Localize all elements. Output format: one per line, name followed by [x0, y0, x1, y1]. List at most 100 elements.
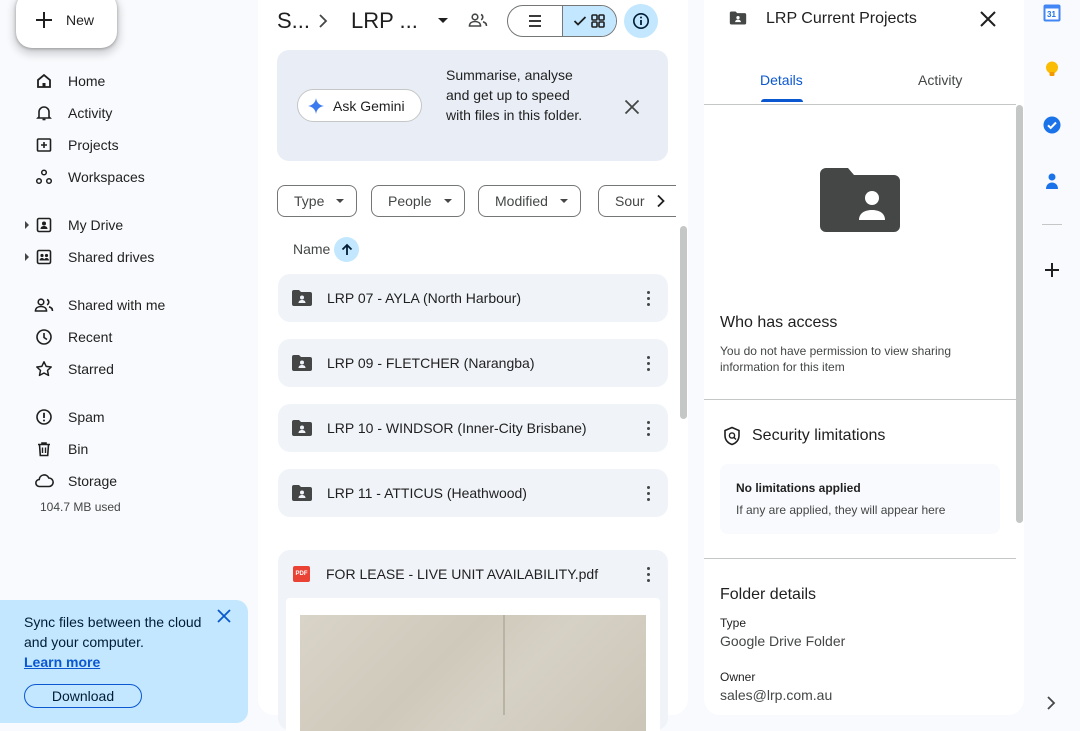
more-actions-icon[interactable]	[636, 562, 660, 586]
home-icon	[34, 71, 54, 91]
sidebar-item-home[interactable]: Home	[16, 65, 240, 97]
sidebar-item-my-drive[interactable]: My Drive	[16, 209, 240, 241]
filter-chip-label: Type	[294, 193, 325, 209]
folder-row[interactable]: LRP 09 - FLETCHER (Narangba)	[278, 339, 668, 387]
add-addon-icon[interactable]	[1043, 261, 1061, 279]
manage-access-icon[interactable]	[468, 11, 488, 29]
keep-icon[interactable]	[1043, 60, 1061, 78]
star-icon	[34, 359, 54, 379]
who-has-access-heading: Who has access	[720, 314, 838, 331]
tab-details[interactable]: Details	[760, 72, 803, 88]
sidebar-item-spam[interactable]: Spam	[16, 401, 240, 433]
folder-details-heading: Folder details	[720, 586, 817, 603]
more-actions-icon[interactable]	[636, 351, 660, 375]
sidebar-item-workspaces[interactable]: Workspaces	[16, 161, 240, 193]
filter-chip-modified[interactable]: Modified	[478, 185, 581, 217]
more-actions-icon[interactable]	[636, 416, 660, 440]
security-box-text: If any are applied, they will appear her…	[736, 503, 946, 517]
calendar-icon[interactable]: 31	[1043, 4, 1061, 22]
folder-row[interactable]: LRP 07 - AYLA (North Harbour)	[278, 274, 668, 322]
file-name: FOR LEASE - LIVE UNIT AVAILABILITY.pdf	[326, 566, 599, 582]
clock-icon	[34, 327, 54, 347]
sync-banner-close-icon[interactable]	[214, 606, 234, 626]
calendar-day: 31	[1047, 10, 1056, 19]
sidebar-item-activity[interactable]: Activity	[16, 97, 240, 129]
grid-view-button[interactable]	[561, 6, 616, 36]
sidebar-item-shared-with-me[interactable]: Shared with me	[16, 289, 240, 321]
expand-caret-icon[interactable]	[25, 221, 29, 229]
sidebar-item-starred[interactable]: Starred	[16, 353, 240, 385]
filter-chip-type[interactable]: Type	[277, 185, 358, 217]
shared-folder-icon	[292, 355, 312, 371]
more-actions-icon[interactable]	[636, 286, 660, 310]
list-view-button[interactable]	[508, 6, 562, 36]
bell-icon	[34, 103, 54, 123]
expand-caret-icon[interactable]	[25, 253, 29, 261]
cloud-icon	[34, 471, 54, 491]
folder-row[interactable]: LRP 10 - WINDSOR (Inner-City Brisbane)	[278, 404, 668, 452]
thumbnail-detail	[503, 615, 505, 715]
divider	[704, 558, 1016, 559]
breadcrumb-dropdown-icon[interactable]	[438, 18, 448, 23]
info-icon	[633, 13, 649, 29]
sidebar-item-label: Shared with me	[68, 297, 166, 313]
dropdown-icon	[336, 199, 345, 203]
divider	[704, 399, 1016, 400]
shared-folder-icon	[292, 485, 312, 501]
workspaces-icon	[34, 167, 54, 187]
ask-gemini-button[interactable]: Ask Gemini	[297, 89, 422, 122]
tasks-icon[interactable]	[1043, 116, 1061, 134]
new-button[interactable]: New	[16, 0, 117, 48]
chevron-right-icon[interactable]	[1046, 695, 1064, 713]
folder-row[interactable]: LRP 11 - ATTICUS (Heathwood)	[278, 469, 668, 517]
learn-more-link[interactable]: Learn more	[24, 652, 100, 672]
arrow-up-icon	[341, 243, 352, 255]
sort-direction-button[interactable]	[334, 237, 359, 262]
download-button[interactable]: Download	[24, 684, 142, 708]
close-icon[interactable]	[622, 97, 642, 117]
shared-folder-icon	[729, 10, 747, 26]
details-scrollbar[interactable]	[1016, 105, 1023, 523]
chevron-right-icon[interactable]	[648, 189, 674, 213]
filter-chip-people[interactable]: People	[371, 185, 465, 217]
grid-icon	[591, 14, 606, 28]
check-icon	[574, 16, 587, 26]
sidebar-item-label: Bin	[68, 441, 89, 457]
sidebar-item-projects[interactable]: Projects	[16, 129, 240, 161]
folder-preview-icon	[820, 168, 900, 232]
more-actions-icon[interactable]	[636, 481, 660, 505]
my-drive-icon	[34, 215, 54, 235]
sidebar-item-label: Spam	[68, 409, 105, 425]
contacts-icon[interactable]	[1043, 172, 1061, 190]
sidebar-item-shared-drives[interactable]: Shared drives	[16, 241, 240, 273]
file-thumbnail	[300, 615, 646, 731]
breadcrumb-parent[interactable]: S...	[277, 8, 310, 34]
sidebar-item-label: My Drive	[68, 217, 124, 233]
owner-value: sales@lrp.com.au	[720, 687, 833, 703]
sidebar-item-storage[interactable]: Storage	[16, 465, 240, 497]
view-toggle	[507, 5, 617, 37]
owner-label: Owner	[720, 670, 756, 684]
sidebar-item-bin[interactable]: Bin	[16, 433, 240, 465]
sidebar-item-recent[interactable]: Recent	[16, 321, 240, 353]
folder-name: LRP 07 - AYLA (North Harbour)	[327, 290, 522, 306]
security-box-title: No limitations applied	[736, 481, 861, 495]
dropdown-icon	[559, 199, 568, 203]
type-value: Google Drive Folder	[720, 633, 846, 649]
sidebar-item-label: Storage	[68, 473, 118, 489]
view-details-button[interactable]	[624, 4, 658, 38]
shared-drives-icon	[34, 247, 54, 267]
sync-banner-text: Sync files between the cloud and your co…	[24, 614, 202, 650]
pdf-icon: PDF	[293, 566, 310, 582]
plus-icon	[36, 12, 52, 28]
breadcrumb-current[interactable]: LRP ...	[351, 8, 418, 34]
sort-column-name[interactable]: Name	[293, 241, 330, 257]
divider	[704, 104, 1016, 105]
file-list-scrollbar[interactable]	[680, 226, 687, 419]
tab-activity[interactable]: Activity	[918, 72, 962, 88]
shield-icon	[722, 426, 742, 446]
sidebar-item-label: Projects	[68, 137, 119, 153]
sidebar-item-label: Starred	[68, 361, 114, 377]
details-title: LRP Current Projects	[766, 10, 917, 27]
close-icon[interactable]	[978, 9, 998, 29]
